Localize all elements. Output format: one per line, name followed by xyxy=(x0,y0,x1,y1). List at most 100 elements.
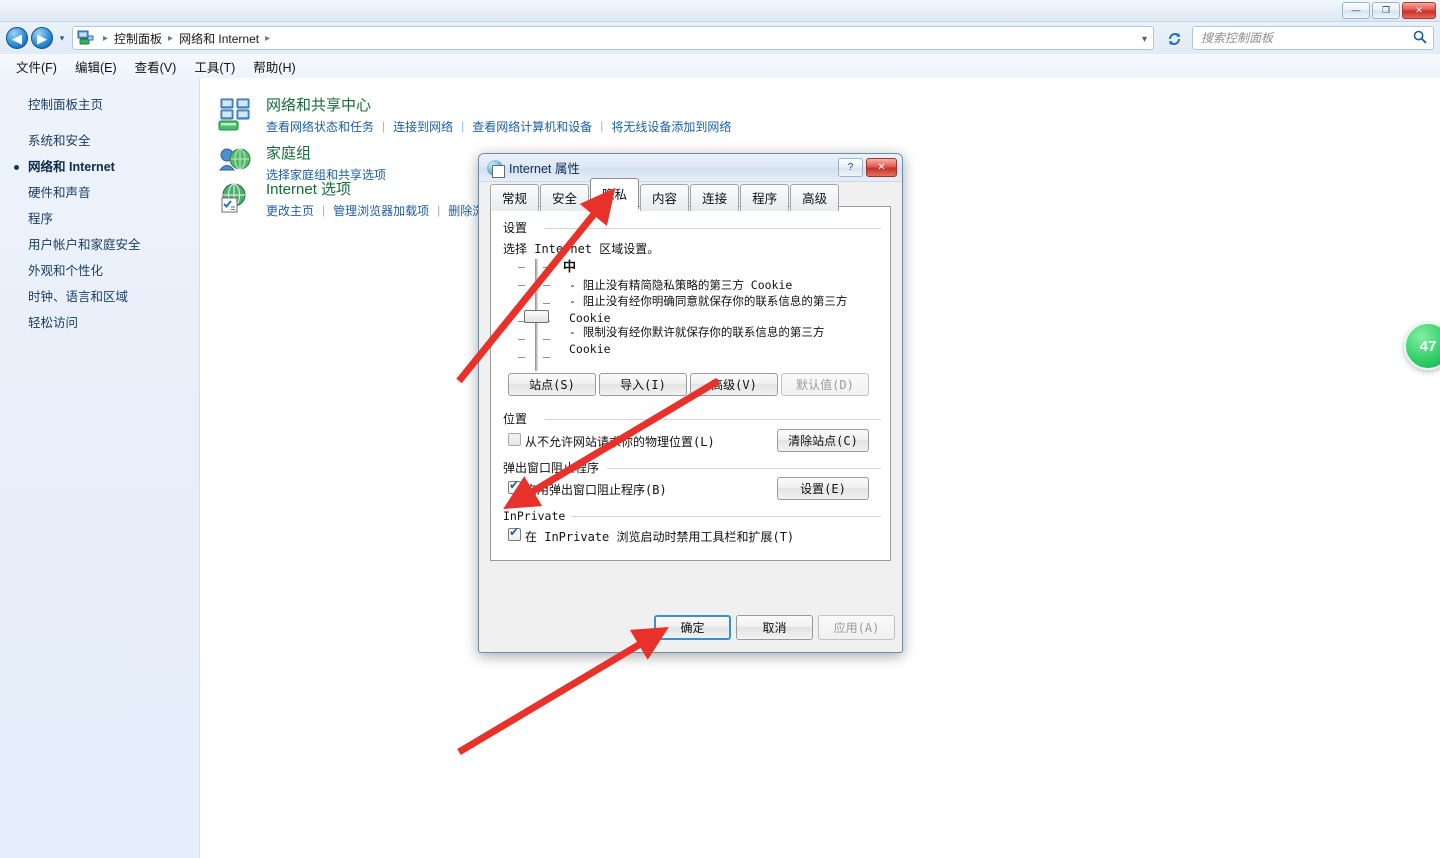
control-panel-icon xyxy=(77,30,94,46)
tab-security[interactable]: 安全 xyxy=(540,184,590,211)
menubar: 文件(F) 编辑(E) 查看(V) 工具(T) 帮助(H) xyxy=(0,54,1440,78)
menu-file[interactable]: 文件(F) xyxy=(8,55,65,78)
settings-description: 选择 Internet 区域设置。 xyxy=(503,242,660,256)
forward-button[interactable]: ▶ xyxy=(31,27,53,49)
sidebar-item-system-security[interactable]: 系统和安全 xyxy=(0,128,200,154)
breadcrumb-separator-1: ▸ xyxy=(168,32,174,44)
popup-blocker-group: 弹出窗口阻止程序 xyxy=(503,459,881,477)
internet-properties-icon xyxy=(487,159,505,178)
category-homegroup: 家庭组 选择家庭组和共享选项 xyxy=(218,145,386,183)
menu-help[interactable]: 帮助(H) xyxy=(245,55,303,78)
sidebar: 控制面板主页 系统和安全 网络和 Internet 硬件和声音 程序 用户帐户和… xyxy=(0,78,200,858)
popup-settings-button[interactable]: 设置(E) xyxy=(777,477,869,500)
search-input[interactable] xyxy=(1199,30,1413,46)
advanced-button[interactable]: 高级(V) xyxy=(690,373,778,396)
maximize-button[interactable]: ❐ xyxy=(1372,2,1400,19)
sidebar-item-control-panel-home[interactable]: 控制面板主页 xyxy=(28,94,103,113)
breadcrumb-dropdown-icon[interactable]: ▾ xyxy=(1142,34,1147,45)
close-icon: ✕ xyxy=(877,162,886,173)
tab-privacy[interactable]: 隐私 xyxy=(590,178,640,209)
slider-tick xyxy=(543,267,550,268)
settings-group: 设置 xyxy=(503,219,881,237)
minimize-button[interactable]: — xyxy=(1342,2,1370,19)
enable-popup-blocker-checkbox[interactable] xyxy=(508,479,521,494)
enable-popup-blocker-label: 启用弹出窗口阻止程序(B) xyxy=(525,483,667,497)
network-icon xyxy=(218,98,254,132)
link-view-network-status[interactable]: 查看网络状态和任务 xyxy=(266,118,374,135)
menu-tools[interactable]: 工具(T) xyxy=(186,55,243,78)
dialog-titlebar: Internet 属性 ? ✕ xyxy=(479,154,902,182)
slider-tick xyxy=(518,357,525,358)
tab-programs[interactable]: 程序 xyxy=(740,184,790,211)
clear-sites-button[interactable]: 清除站点(C) xyxy=(777,429,869,452)
category-title[interactable]: 家庭组 xyxy=(266,145,386,163)
link-manage-browser-addons[interactable]: 管理浏览器加载项 xyxy=(333,202,429,219)
sites-button[interactable]: 站点(S) xyxy=(508,373,596,396)
inprivate-group-label: InPrivate xyxy=(503,509,572,523)
inprivate-disable-toolbars-checkbox[interactable] xyxy=(508,526,521,541)
slider-tick xyxy=(543,303,550,304)
address-bar-row: ◀ ▶ ▾ ▸ 控制面板 ▸ 网络和 Internet ▸ ▾ xyxy=(0,22,1440,54)
category-links: 选择家庭组和共享选项 xyxy=(266,166,386,183)
tab-connections[interactable]: 连接 xyxy=(690,184,740,211)
link-add-wireless-device[interactable]: 将无线设备添加到网络 xyxy=(611,118,731,135)
dialog-title: Internet 属性 xyxy=(509,162,580,176)
sidebar-item-hardware-sound[interactable]: 硬件和声音 xyxy=(0,180,200,206)
settings-group-divider xyxy=(545,228,881,229)
link-change-homepage[interactable]: 更改主页 xyxy=(266,202,314,219)
sidebar-item-network-internet[interactable]: 网络和 Internet xyxy=(0,154,200,180)
dialog-close-button[interactable]: ✕ xyxy=(866,158,897,177)
link-choose-homegroup-options[interactable]: 选择家庭组和共享选项 xyxy=(266,166,386,183)
inprivate-disable-toolbars-label: 在 InPrivate 浏览启动时禁用工具栏和扩展(T) xyxy=(525,530,795,544)
default-button: 默认值(D) xyxy=(781,373,869,396)
settings-group-label: 设置 xyxy=(503,219,534,236)
category-homegroup-text: 家庭组 选择家庭组和共享选项 xyxy=(266,145,386,183)
search-icon xyxy=(1413,30,1427,47)
ok-button[interactable]: 确定 xyxy=(654,615,731,640)
breadcrumb-item-0[interactable]: 控制面板 xyxy=(114,30,162,47)
menu-edit[interactable]: 编辑(E) xyxy=(67,55,125,78)
recent-pages-dropdown[interactable]: ▾ xyxy=(56,33,68,43)
location-group-label: 位置 xyxy=(503,410,534,427)
breadcrumb[interactable]: ▸ 控制面板 ▸ 网络和 Internet ▸ ▾ xyxy=(72,26,1154,50)
sidebar-item-appearance[interactable]: 外观和个性化 xyxy=(0,258,200,284)
help-button[interactable]: ? xyxy=(838,158,863,177)
screen-root: — ❐ ✕ ◀ ▶ ▾ ▸ 控制面板 ▸ 网络和 Internet ▸ ▾ 搜索… xyxy=(0,0,1440,858)
tab-advanced[interactable]: 高级 xyxy=(790,184,840,211)
cancel-button[interactable]: 取消 xyxy=(736,615,813,640)
slider-tick xyxy=(518,267,525,268)
privacy-tab-panel: 设置 选择 Internet 区域设置。 中 - 阻止没有精简隐私策略的第三方 … xyxy=(490,206,891,561)
category-title[interactable]: 网络和共享中心 xyxy=(266,97,731,115)
privacy-level-detail-2: - 限制没有经你默许就保存你的联系信息的第三方 Cookie xyxy=(569,325,825,356)
homegroup-icon xyxy=(218,146,254,180)
back-arrow-icon: ◀ xyxy=(12,30,22,46)
link-view-network-computers[interactable]: 查看网络计算机和设备 xyxy=(472,118,592,135)
close-button[interactable]: ✕ xyxy=(1402,2,1436,19)
category-network-sharing-text: 网络和共享中心 查看网络状态和任务 | 连接到网络 | 查看网络计算机和设备 |… xyxy=(266,97,731,135)
slider-thumb[interactable] xyxy=(524,310,549,323)
category-network-sharing: 网络和共享中心 查看网络状态和任务 | 连接到网络 | 查看网络计算机和设备 |… xyxy=(218,97,731,135)
slider-tick xyxy=(518,339,525,340)
sidebar-item-ease-of-access[interactable]: 轻松访问 xyxy=(0,310,200,336)
sidebar-item-programs[interactable]: 程序 xyxy=(0,206,200,232)
refresh-button[interactable] xyxy=(1162,26,1186,50)
menu-view[interactable]: 查看(V) xyxy=(127,55,185,78)
never-allow-location-checkbox[interactable] xyxy=(508,433,521,446)
search-box[interactable] xyxy=(1192,26,1434,50)
privacy-level-detail-0: - 阻止没有精简隐私策略的第三方 Cookie xyxy=(569,278,793,292)
tab-content[interactable]: 内容 xyxy=(640,184,690,211)
popup-blocker-group-divider xyxy=(607,468,881,469)
tab-general[interactable]: 常规 xyxy=(490,184,540,211)
link-connect-to-network[interactable]: 连接到网络 xyxy=(393,118,453,135)
slider-tick xyxy=(518,303,525,304)
import-button[interactable]: 导入(I) xyxy=(599,373,687,396)
badge-count: 47 xyxy=(1419,337,1437,355)
sidebar-item-user-accounts[interactable]: 用户帐户和家庭安全 xyxy=(0,232,200,258)
internet-properties-dialog: Internet 属性 ? ✕ 常规 安全 隐私 内容 连接 程序 高级 设置 … xyxy=(478,153,903,653)
sidebar-item-clock-language[interactable]: 时钟、语言和区域 xyxy=(0,284,200,310)
link-divider: | xyxy=(322,203,326,217)
breadcrumb-item-1[interactable]: 网络和 Internet xyxy=(179,30,259,47)
apply-button: 应用(A) xyxy=(818,615,895,640)
dialog-window-controls: ? ✕ xyxy=(838,158,897,177)
back-button[interactable]: ◀ xyxy=(6,27,28,49)
